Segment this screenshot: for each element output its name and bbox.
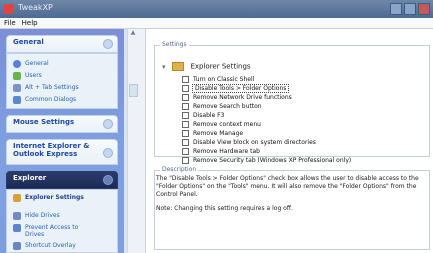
setting-label: Remove Security tab (Windows XP Professi… (193, 156, 352, 164)
group-mouse-title: Mouse Settings (13, 118, 75, 126)
sidebar-item-users[interactable]: Users (13, 72, 42, 80)
sidebar-item-label: Explorer Settings (25, 194, 84, 201)
window-title: TweakXP (18, 3, 53, 12)
group-ie-title: Internet Explorer & Outlook Express (13, 142, 90, 158)
maximize-button[interactable] (404, 3, 416, 15)
checkbox[interactable] (182, 75, 189, 83)
settings-label: Settings (160, 41, 189, 48)
setting-label: Remove Network Drive functions (193, 93, 292, 101)
description-label: Description (160, 166, 199, 173)
sidebar-item-label: General (25, 60, 49, 67)
description-text: The "Disable Tools > Folder Options" che… (156, 175, 424, 213)
menu-file[interactable]: File (4, 19, 16, 27)
setting-item[interactable]: Remove context menu (182, 120, 261, 128)
info-icon (13, 60, 21, 68)
tree-root-label: Explorer Settings (190, 62, 251, 71)
checkbox[interactable] (182, 84, 189, 92)
minimize-button[interactable] (390, 3, 402, 15)
setting-item-selected[interactable]: Disable Tools > Folder Options (182, 83, 290, 93)
tree-root[interactable]: ▾ Explorer Settings (162, 62, 251, 71)
setting-label: Turn on Classic Shell (193, 75, 255, 83)
explorer-settings-icon (13, 194, 21, 202)
setting-item[interactable]: Remove Security tab (Windows XP Professi… (182, 156, 351, 164)
setting-label: Remove context menu (193, 120, 261, 128)
setting-item[interactable]: Disable F3 (182, 111, 224, 119)
description-body: The "Disable Tools > Folder Options" che… (156, 175, 419, 198)
expand-icon[interactable] (103, 148, 113, 158)
main-panel: Settings ▾ Explorer Settings Turn on Cla… (145, 29, 433, 253)
group-explorer-header[interactable]: Explorer (6, 171, 118, 189)
app-window: TweakXP File Help General General Users (0, 0, 433, 253)
checkbox[interactable] (182, 111, 189, 119)
sidebar-item-shortcut-overlay[interactable]: Shortcut Overlay (13, 242, 76, 250)
window-controls (390, 3, 430, 15)
scroll-up-icon[interactable]: ▲ (128, 29, 138, 39)
sidebar-item-common-dialogs[interactable]: Common Dialogs (13, 96, 76, 104)
group-general-header[interactable]: General (6, 35, 118, 53)
setting-label: Remove Hardware tab (193, 147, 260, 155)
drive-icon (13, 212, 21, 220)
sidebar-scrollbar[interactable]: ▲ (127, 29, 138, 253)
group-mouse-header[interactable]: Mouse Settings (6, 115, 118, 133)
setting-label: Remove Manage (193, 129, 244, 137)
close-button[interactable] (418, 3, 430, 15)
setting-label: Disable F3 (193, 111, 225, 119)
window-icon (13, 84, 21, 92)
shield-icon (13, 224, 21, 232)
checkbox[interactable] (182, 129, 189, 137)
sidebar-item-label: Users (25, 72, 42, 79)
sidebar-item-label: Hide Drives (25, 212, 60, 219)
sidebar-item-label: Prevent Access to Drives (25, 224, 79, 238)
checkbox[interactable] (182, 120, 189, 128)
checkbox[interactable] (182, 156, 189, 164)
sidebar-item-alt-tab[interactable]: Alt + Tab Settings (13, 84, 79, 92)
menu-bar: File Help (0, 18, 433, 29)
setting-item[interactable]: Remove Hardware tab (182, 147, 260, 155)
setting-label: Remove Search button (193, 102, 262, 110)
setting-item[interactable]: Remove Network Drive functions (182, 93, 292, 101)
checkbox[interactable] (182, 102, 189, 110)
setting-item[interactable]: Remove Manage (182, 129, 243, 137)
sidebar-item-label: Alt + Tab Settings (25, 84, 79, 91)
app-icon (4, 4, 14, 14)
collapse-icon[interactable] (103, 175, 113, 185)
collapse-icon[interactable] (103, 39, 113, 49)
group-explorer-body: Explorer Settings Hide Drives Prevent Ac… (6, 189, 118, 253)
checkbox[interactable] (182, 93, 189, 101)
checkbox[interactable] (182, 147, 189, 155)
sidebar-item-prevent-access[interactable]: Prevent Access to Drives (13, 224, 97, 238)
group-explorer-title: Explorer (13, 174, 47, 182)
sidebar-item-hide-drives[interactable]: Hide Drives (13, 212, 60, 220)
dialog-icon (13, 96, 21, 104)
setting-item[interactable]: Disable View block on system directories (182, 138, 316, 146)
setting-item[interactable]: Turn on Classic Shell (182, 75, 254, 83)
setting-label: Disable Tools > Folder Options (191, 83, 290, 93)
checkbox[interactable] (182, 138, 189, 146)
setting-label: Disable View block on system directories (193, 138, 316, 146)
title-bar: TweakXP (0, 0, 433, 18)
tree-expand-icon[interactable]: ▾ (162, 63, 170, 71)
sidebar-item-label: Shortcut Overlay (25, 242, 76, 249)
scroll-thumb[interactable] (129, 84, 138, 97)
setting-item[interactable]: Remove Search button (182, 102, 262, 110)
sidebar-item-label: Common Dialogs (25, 96, 77, 103)
sidebar-item-general[interactable]: General (13, 60, 49, 68)
group-general-title: General (13, 38, 44, 46)
menu-help[interactable]: Help (22, 19, 38, 27)
sidebar: General General Users Alt + Tab Settings… (0, 29, 124, 253)
users-icon (13, 72, 21, 80)
group-ie-header[interactable]: Internet Explorer & Outlook Express (6, 139, 118, 165)
shortcut-icon (13, 242, 21, 250)
expand-icon[interactable] (103, 119, 113, 129)
description-note: Note: Changing this setting requires a l… (156, 205, 293, 212)
group-general-body: General Users Alt + Tab Settings Common … (6, 53, 118, 109)
folder-icon (172, 62, 185, 71)
sidebar-item-explorer-settings[interactable]: Explorer Settings (13, 194, 97, 202)
